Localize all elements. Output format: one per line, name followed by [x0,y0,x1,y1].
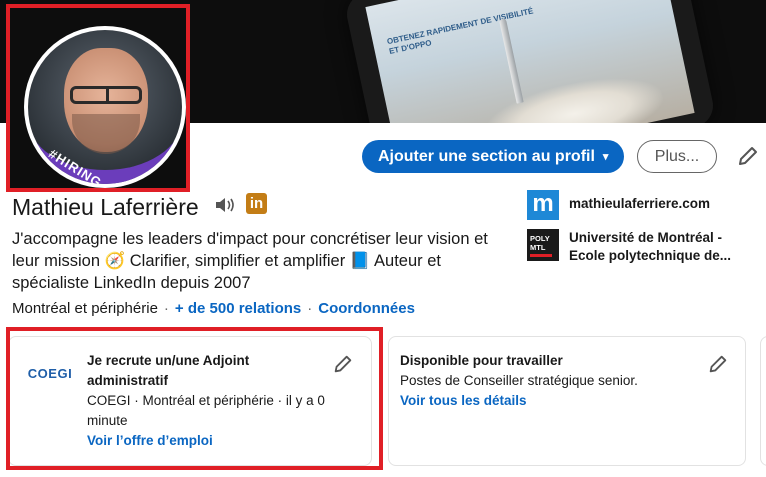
polytechnique-logo: POLY MTL [527,229,559,261]
connections-link[interactable]: + de 500 relations [175,300,301,317]
view-job-offer-link[interactable]: Voir l’offre d’emploi [87,431,327,451]
coegi-logo: COEGI [26,352,74,394]
website-logo: m [527,190,559,220]
avatar-glasses [70,86,142,104]
contact-info-link[interactable]: Coordonnées [318,300,415,317]
profile-name: Mathieu Laferrière [12,194,199,220]
open-to-work-card-body: Disponible pour travailler Postes de Con… [400,351,700,411]
next-card-peek[interactable] [760,336,766,466]
linkedin-premium-badge[interactable]: in [246,193,267,214]
banner-caption: OBTENEZ RAPIDEMENT DE VISIBILITÉ ET D'OP… [386,6,535,56]
separator-dot: · [163,300,169,317]
polytechnique-logo-bar [530,254,552,257]
website-link[interactable]: m mathieulaferriere.com [527,190,710,220]
view-all-details-link[interactable]: Voir tous les détails [400,391,700,411]
open-to-work-card[interactable]: Disponible pour travailler Postes de Con… [388,336,746,466]
open-to-work-title: Disponible pour travailler [400,353,563,368]
hiring-card-title: Je recrute un/une Adjoint administratif [87,353,250,388]
open-to-work-meta: Postes de Conseiller stratégique senior. [400,373,638,388]
edit-hiring-pencil-icon[interactable] [332,353,354,375]
hiring-card-body: Je recrute un/une Adjoint administratif … [87,351,327,451]
polytechnique-logo-line1: POLY [530,234,550,243]
banner-tablet-screen: OBTENEZ RAPIDEMENT DE VISIBILITÉ ET D'OP… [365,0,695,123]
education-link[interactable]: POLY MTL Université de Montréal - Ecole … [527,229,744,265]
more-button[interactable]: Plus... [637,140,717,173]
polytechnique-logo-line2: MTL [530,243,546,252]
avatar[interactable]: #HIRING [24,26,186,188]
hiring-card[interactable]: COEGI Je recrute un/une Adjoint administ… [8,336,372,466]
edit-open-to-work-pencil-icon[interactable] [707,353,729,375]
banner-tablet-image: OBTENEZ RAPIDEMENT DE VISIBILITÉ ET D'OP… [342,0,718,123]
chevron-down-icon: ▾ [602,151,609,163]
hiring-card-meta: COEGI · Montréal et périphérie · il y a … [87,393,325,428]
profile-headline: J'accompagne les leaders d'impact pour c… [12,230,488,292]
name-pronunciation-speaker-icon[interactable] [214,196,236,214]
profile-location: Montréal et périphérie [12,300,158,317]
add-profile-section-button[interactable]: Ajouter une section au profil ▾ [362,140,625,173]
avatar-highlight-frame: #HIRING [6,4,190,192]
avatar-photo: #HIRING [28,30,182,184]
education-label: Université de Montréal - Ecole polytechn… [569,230,732,263]
add-profile-section-label: Ajouter une section au profil [378,147,595,165]
website-label: mathieulaferriere.com [569,196,711,211]
rocket-smoke [479,65,669,123]
location-row: Montréal et périphérie · + de 500 relati… [12,300,415,317]
separator-dot: · [307,300,313,317]
edit-intro-pencil-icon[interactable] [736,144,760,168]
